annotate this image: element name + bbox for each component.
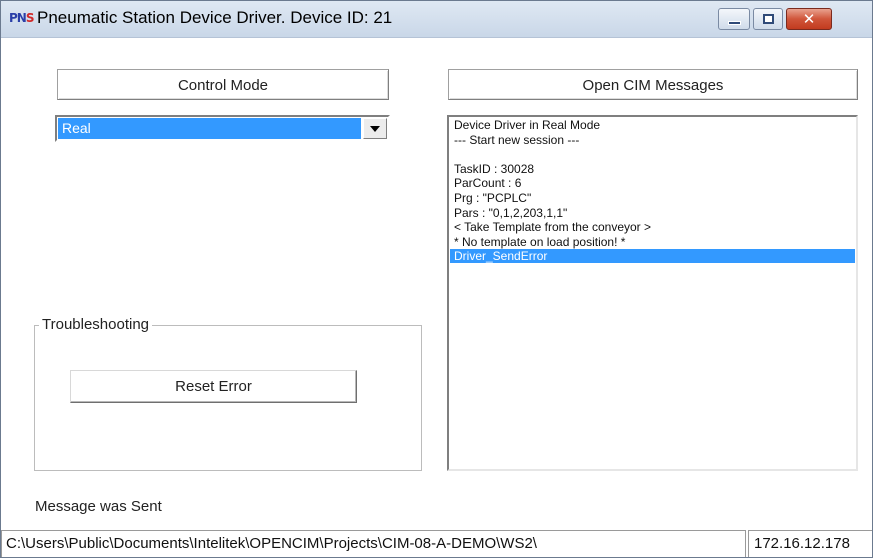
- troubleshooting-legend: Troubleshooting: [39, 316, 153, 333]
- chevron-down-icon: [370, 126, 380, 132]
- status-message: Message was Sent: [35, 498, 162, 515]
- list-item[interactable]: TaskID : 30028: [450, 162, 855, 176]
- control-mode-selected-value[interactable]: Real: [58, 118, 361, 139]
- list-item[interactable]: ParCount : 6: [450, 176, 855, 190]
- window-title: Pneumatic Station Device Driver. Device …: [37, 8, 393, 27]
- control-mode-header: Control Mode: [57, 69, 389, 100]
- dropdown-button[interactable]: [363, 118, 387, 139]
- minimize-button[interactable]: [718, 8, 750, 30]
- open-cim-messages-header: Open CIM Messages: [448, 69, 858, 100]
- list-item[interactable]: --- Start new session ---: [450, 133, 855, 147]
- list-item[interactable]: Driver_SendError: [450, 249, 855, 264]
- close-icon: ✕: [802, 10, 816, 28]
- minimize-icon: [728, 21, 741, 25]
- messages-listbox[interactable]: Device Driver in Real Mode --- Start new …: [447, 115, 858, 471]
- close-button[interactable]: ✕: [786, 8, 832, 30]
- list-item[interactable]: [450, 147, 855, 161]
- control-mode-dropdown[interactable]: Real: [55, 115, 390, 142]
- statusbar-project-path: C:\Users\Public\Documents\Intelitek\OPEN…: [1, 530, 746, 557]
- maximize-icon: [763, 14, 774, 24]
- device-driver-window: PNS Pneumatic Station Device Driver. Dev…: [0, 0, 873, 558]
- list-item[interactable]: Device Driver in Real Mode: [450, 118, 855, 132]
- maximize-button[interactable]: [753, 8, 783, 30]
- list-item[interactable]: Pars : "0,1,2,203,1,1": [450, 206, 855, 220]
- app-icon: PNS: [9, 11, 34, 25]
- list-item[interactable]: Prg : "PCPLC": [450, 191, 855, 205]
- title-bar[interactable]: PNS Pneumatic Station Device Driver. Dev…: [1, 1, 872, 38]
- list-item[interactable]: * No template on load position! *: [450, 235, 855, 249]
- statusbar-ip-address: 172.16.12.178: [748, 530, 872, 557]
- reset-error-button[interactable]: Reset Error: [70, 370, 357, 403]
- list-item[interactable]: < Take Template from the conveyor >: [450, 220, 855, 234]
